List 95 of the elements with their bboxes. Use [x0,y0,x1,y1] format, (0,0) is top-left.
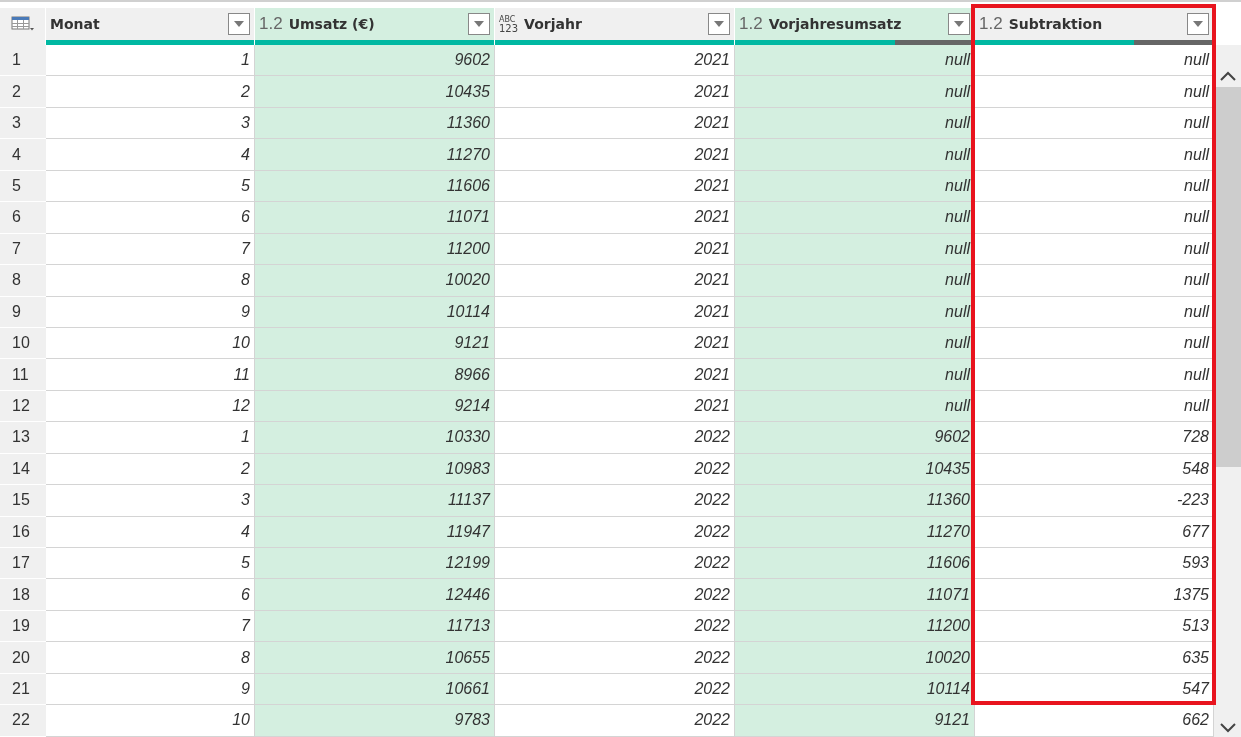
table-cell: 547 [975,673,1214,706]
filter-dropdown-button[interactable] [948,13,970,35]
column-title: Vorjahr [524,16,583,32]
row-number: 2 [0,76,46,108]
table-cell: 12446 [255,579,495,611]
scrollbar-thumb[interactable] [1214,87,1241,467]
type-label: 1.2 [259,14,283,34]
column-title: Subtraktion [1008,16,1104,32]
row-number: 12 [0,390,46,423]
table-cell: 9602 [255,45,495,77]
filter-dropdown-button[interactable] [708,13,730,35]
column-title: Vorjahresumsatz [768,16,903,32]
table-cell: 728 [975,422,1214,454]
table-cell: null [975,265,1214,297]
filter-dropdown-button[interactable] [468,13,490,35]
row-number: 9 [0,296,46,328]
row-number: 22 [0,705,46,737]
column-header[interactable]: 1.2 Subtraktion [975,8,1214,45]
row-number: 19 [0,610,46,643]
table-cell: 677 [975,516,1214,548]
table-cell: 10330 [255,422,495,454]
type-label: 1.2 [739,14,763,34]
table-cell: 12199 [255,548,495,580]
table-cell: 9214 [255,390,495,423]
vertical-scrollbar[interactable] [1214,45,1241,737]
table-cell: 10661 [255,673,495,706]
caret-icon [1193,21,1203,27]
row-number: 17 [0,548,46,580]
row-number: 16 [0,516,46,548]
row-number: 14 [0,453,46,486]
table-cell: 8966 [255,359,495,391]
table-cell: null [975,327,1214,360]
row-number: 20 [0,642,46,674]
table-cell: 10020 [255,265,495,297]
table-cell: null [975,45,1214,77]
scroll-down-icon[interactable] [1219,722,1236,733]
row-number: 1 [0,45,46,77]
column-title: Umsatz (€) [288,16,376,32]
table-cell: null [975,76,1214,108]
table-menu-button[interactable] [0,8,46,45]
table-cell: 10435 [255,76,495,108]
column-header[interactable]: Monat [46,8,255,45]
table-cell: 11947 [255,516,495,548]
row-number: 11 [0,359,46,391]
table-cell: null [975,139,1214,171]
table-cell: null [975,390,1214,423]
table-cell: null [975,296,1214,328]
row-number: 10 [0,327,46,360]
row-number: 8 [0,265,46,297]
caret-icon [474,21,484,27]
caret-icon [954,21,964,27]
filter-dropdown-button[interactable] [1187,13,1209,35]
table-cell: null [975,359,1214,391]
table-cell: null [975,170,1214,203]
type-label: ABC 123 [499,15,519,33]
table-cell: 2021 [495,296,735,328]
table-cell: 10655 [255,642,495,674]
table-cell: 9121 [735,705,975,737]
table-cell: 11137 [255,485,495,517]
row-number: 4 [0,139,46,171]
table-cell: 513 [975,610,1214,643]
table-cell: 10114 [255,296,495,328]
table-icon [10,16,35,32]
row-number: 3 [0,107,46,140]
table-cell: 11200 [255,233,495,266]
row-number: 13 [0,422,46,454]
table-cell: 11713 [255,610,495,643]
table-cell: null [975,233,1214,266]
scroll-up-icon[interactable] [1219,71,1236,81]
table-cell: null [975,202,1214,234]
table-cell: 10983 [255,453,495,486]
row-number: 21 [0,673,46,706]
table-cell: 11360 [255,107,495,140]
row-number: 18 [0,579,46,611]
caret-icon [234,21,244,27]
row-number: 7 [0,233,46,266]
table-cell: 1375 [975,579,1214,611]
row-number: 6 [0,202,46,234]
table-cell: 11071 [255,202,495,234]
table-cell: null [975,107,1214,140]
row-number: 15 [0,485,46,517]
column-title: Monat [50,16,101,32]
table-cell: 11606 [255,170,495,203]
table-cell: 9121 [255,327,495,360]
column-header[interactable]: 1.2 Umsatz (€) [255,8,495,45]
table-cell: 11270 [255,139,495,171]
table-cell: 9783 [255,705,495,737]
table-cell: 593 [975,548,1214,580]
filter-dropdown-button[interactable] [228,13,250,35]
type-label: 1.2 [979,14,1003,34]
row-number: 5 [0,170,46,203]
table-cell: 548 [975,453,1214,486]
table-cell: 635 [975,642,1214,674]
caret-icon [714,21,724,27]
table-cell: -223 [975,485,1214,517]
